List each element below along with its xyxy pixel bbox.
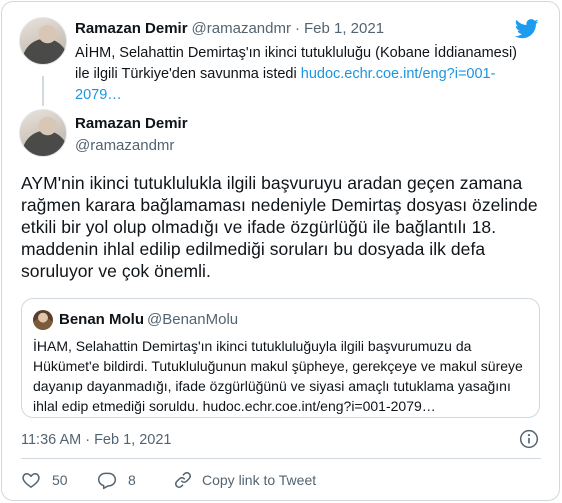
- parent-author-handle[interactable]: @ramazandmr: [192, 20, 291, 37]
- parent-author-name[interactable]: Ramazan Demir: [75, 20, 188, 37]
- tweet-author-name[interactable]: Ramazan Demir: [75, 115, 188, 132]
- thread-connector-line: [42, 76, 44, 106]
- copy-link-label: Copy link to Tweet: [202, 472, 317, 488]
- actions-divider: [21, 458, 541, 459]
- reply-bubble-icon: [97, 472, 117, 490]
- reply-button[interactable]: 8: [97, 470, 173, 490]
- parent-header: Ramazan Demir @ramazandmr · Feb 1, 2021: [75, 20, 384, 38]
- tweet-author-handle[interactable]: @ramazandmr: [75, 137, 174, 154]
- like-count: 50: [52, 472, 68, 488]
- tweet-embed-card: Ramazan Demir @ramazandmr · Feb 1, 2021 AİH…: [1, 1, 560, 501]
- tweet-author-avatar[interactable]: [19, 109, 67, 157]
- tweet-text: AYM'nin ikinci tutuklulukla ilgili başvu…: [21, 173, 538, 281]
- quoted-tweet-header: Benan Molu @BenanMolu: [59, 311, 238, 328]
- quoted-author-name: Benan Molu: [59, 311, 144, 328]
- quoted-tweet-text: İHAM, Selahattin Demirtaş'ın ikinci tutu…: [33, 338, 523, 414]
- info-icon[interactable]: [519, 429, 539, 449]
- twitter-bird-icon[interactable]: [515, 19, 539, 39]
- heart-icon: [22, 473, 40, 488]
- copy-link-button[interactable]: Copy link to Tweet: [173, 470, 316, 490]
- quoted-tweet[interactable]: Benan Molu @BenanMolu İHAM, Selahattin De…: [21, 298, 540, 418]
- parent-tweet-text: AİHM, Selahattin Demirtaş'ın ikinci tutu…: [75, 43, 535, 106]
- parent-date[interactable]: Feb 1, 2021: [304, 20, 384, 37]
- parent-separator: ·: [294, 20, 300, 37]
- parent-avatar[interactable]: [19, 17, 67, 65]
- quoted-author-handle: @BenanMolu: [147, 311, 239, 328]
- tweet-actions: 50 8 Copy link to Tweet: [21, 468, 316, 492]
- link-icon: [175, 472, 191, 488]
- reply-count: 8: [128, 472, 136, 488]
- quoted-author-avatar: [33, 310, 53, 330]
- like-button[interactable]: 50: [21, 470, 97, 490]
- tweet-timestamp[interactable]: 11:36 AM · Feb 1, 2021: [21, 432, 171, 448]
